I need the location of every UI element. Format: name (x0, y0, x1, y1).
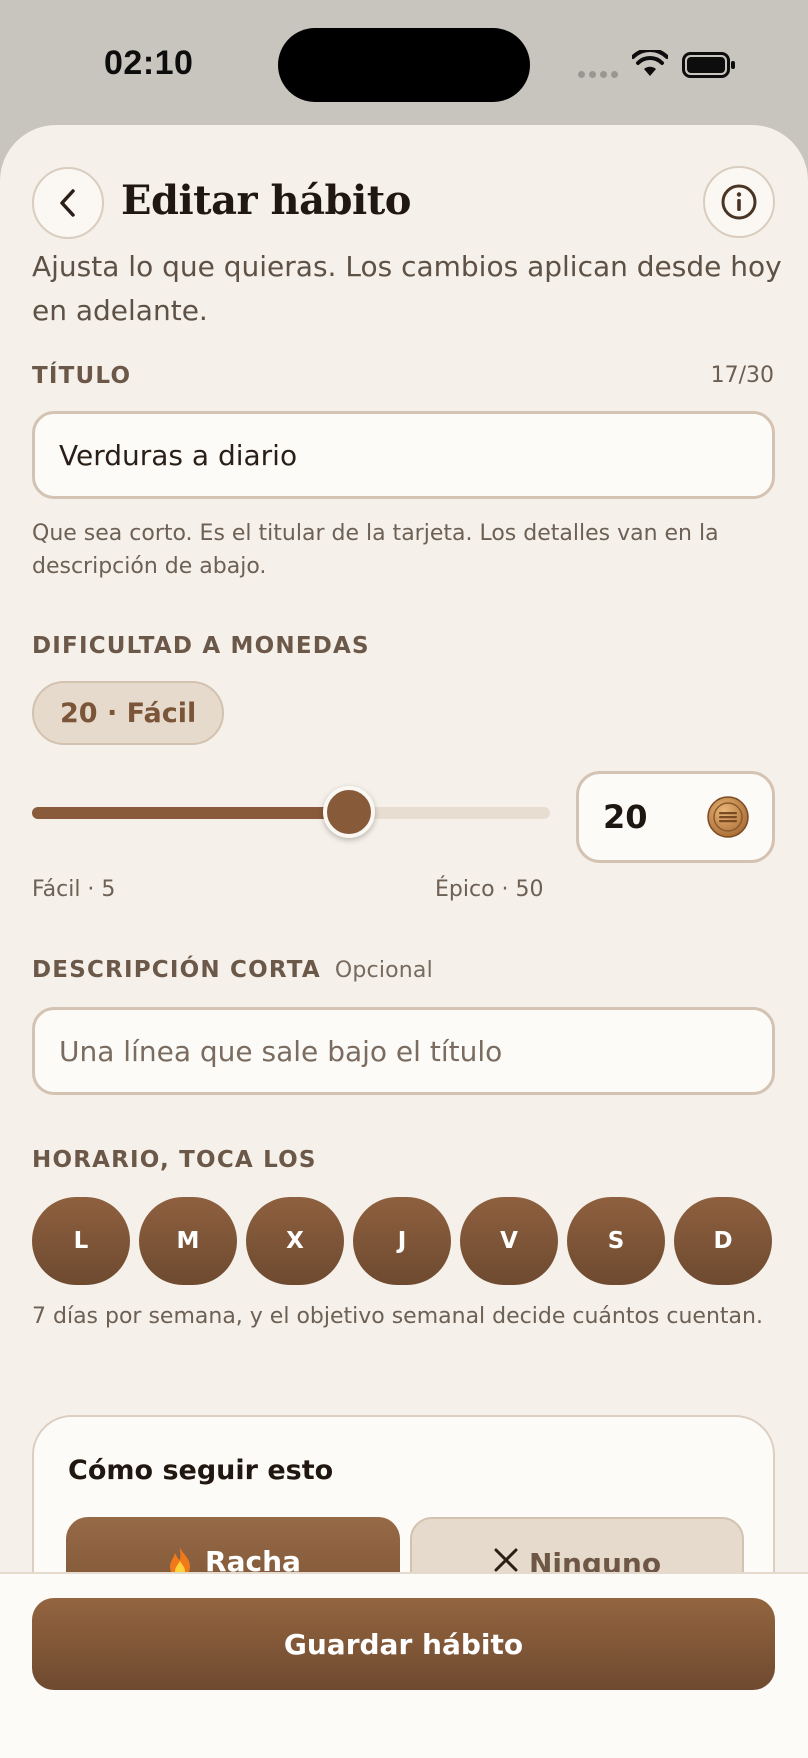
difficulty-slider-fill (32, 807, 350, 819)
description-label-text: DESCRIPCIÓN CORTA (32, 957, 321, 983)
description-placeholder: Una línea que sale bajo el título (59, 1034, 503, 1068)
schedule-label: HORARIO, TOCA LOS (32, 1147, 317, 1173)
edit-habit-sheet: Editar hábito Ajusta lo que quieras. Los… (0, 125, 808, 1758)
info-icon (721, 184, 757, 220)
page-title: Editar hábito (121, 177, 411, 224)
day-toggle-tuesday[interactable]: M (139, 1197, 237, 1285)
title-char-counter: 17/30 (710, 363, 774, 388)
difficulty-badge: 20 · Fácil (32, 681, 225, 745)
status-bar: 02:10 (0, 0, 808, 130)
title-input-value: Verduras a diario (59, 438, 298, 472)
back-button[interactable] (32, 167, 104, 239)
day-selector: L M X J V S D (32, 1197, 772, 1285)
difficulty-min-label: Fácil · 5 (32, 877, 116, 902)
optional-tag: Opcional (334, 958, 433, 983)
wifi-icon (632, 50, 668, 76)
day-toggle-saturday[interactable]: S (567, 1197, 665, 1285)
coin-value: 20 (603, 798, 648, 836)
status-icons (578, 48, 738, 80)
difficulty-slider-thumb[interactable] (323, 786, 376, 838)
difficulty-label: DIFICULTAD A MONEDAS (32, 633, 370, 659)
tracking-title: Cómo seguir esto (68, 1455, 334, 1486)
day-toggle-thursday[interactable]: J (353, 1197, 451, 1285)
page-subtitle: Ajusta lo que quieras. Los cambios aplic… (32, 250, 782, 327)
cellular-signal-icon (578, 71, 618, 78)
day-toggle-sunday[interactable]: D (674, 1197, 772, 1285)
bottom-action-bar: Guardar hábito (0, 1572, 808, 1758)
day-toggle-monday[interactable]: L (32, 1197, 130, 1285)
title-label: TÍTULO (32, 363, 132, 389)
status-time: 02:10 (104, 44, 194, 82)
dynamic-island (278, 28, 530, 102)
schedule-helper-text: 7 días por semana, y el objetivo semanal… (32, 1304, 763, 1329)
coin-value-field[interactable]: 20 (576, 771, 775, 863)
description-label: DESCRIPCIÓN CORTA Opcional (32, 957, 433, 983)
title-input[interactable]: Verduras a diario (32, 411, 775, 499)
info-button[interactable] (703, 166, 775, 238)
difficulty-max-label: Épico · 50 (435, 877, 544, 902)
chevron-left-icon (60, 189, 75, 217)
battery-icon (682, 52, 735, 78)
description-input[interactable]: Una línea que sale bajo el título (32, 1007, 775, 1095)
day-toggle-friday[interactable]: V (460, 1197, 558, 1285)
day-toggle-wednesday[interactable]: X (246, 1197, 344, 1285)
difficulty-slider-track[interactable] (32, 807, 550, 819)
save-habit-button[interactable]: Guardar hábito (32, 1598, 775, 1690)
title-helper-text: Que sea corto. Es el titular de la tarje… (32, 521, 719, 579)
coin-icon (707, 796, 749, 838)
